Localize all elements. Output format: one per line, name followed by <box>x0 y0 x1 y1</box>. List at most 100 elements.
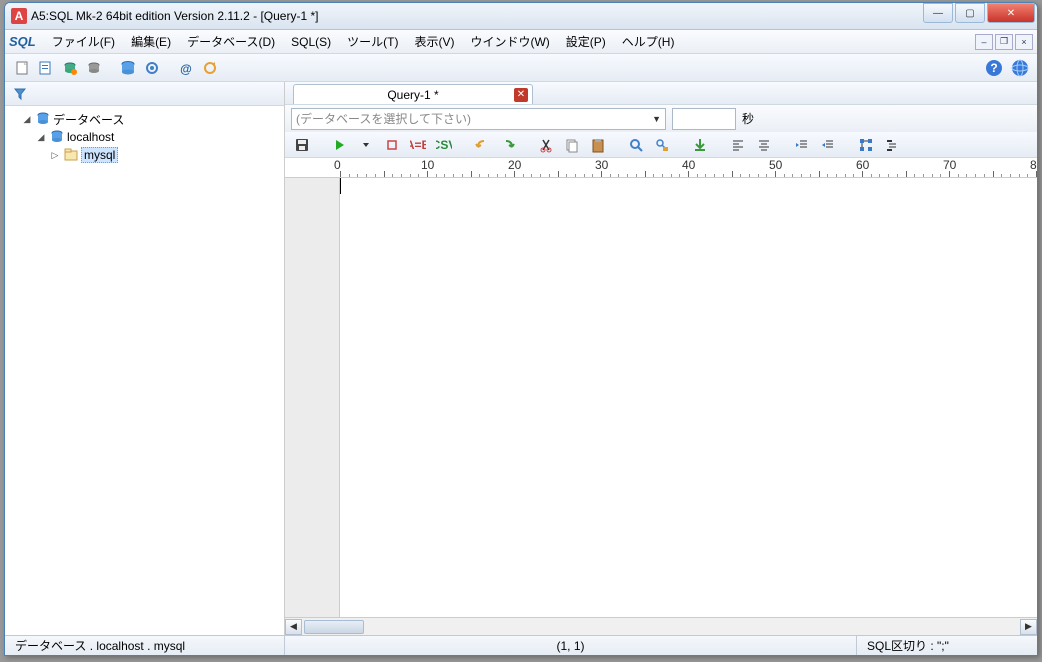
csv-icon[interactable]: CSV <box>433 134 455 156</box>
svg-text:A=B: A=B <box>410 138 426 152</box>
window-buttons: — ▢ ✕ <box>921 3 1035 23</box>
status-cursor-pos: (1, 1) <box>285 636 857 655</box>
horizontal-scrollbar[interactable]: ◀ ▶ <box>285 617 1037 635</box>
undo-icon[interactable] <box>471 134 493 156</box>
menu-settings[interactable]: 設定(P) <box>558 31 614 52</box>
mdi-controls: – ❐ × <box>975 34 1037 50</box>
sidebar-toolbar <box>5 82 284 106</box>
mdi-close-button[interactable]: × <box>1015 34 1033 50</box>
align-left-icon[interactable] <box>727 134 749 156</box>
sql-text-area[interactable] <box>340 178 1037 617</box>
copy-icon[interactable] <box>561 134 583 156</box>
editor-body <box>285 178 1037 617</box>
tab-close-icon[interactable]: ✕ <box>514 88 528 102</box>
close-button[interactable]: ✕ <box>987 3 1035 23</box>
globe-icon[interactable] <box>1009 57 1031 79</box>
menu-sql[interactable]: SQL(S) <box>283 33 339 51</box>
host-icon <box>49 129 65 145</box>
tree-expand-icon[interactable]: ▷ <box>49 149 61 161</box>
window-title: A5:SQL Mk-2 64bit edition Version 2.11.2… <box>31 9 921 23</box>
indent-icon[interactable] <box>791 134 813 156</box>
svg-text:@: @ <box>180 62 192 76</box>
seconds-input[interactable] <box>672 108 736 130</box>
run-icon[interactable] <box>329 134 351 156</box>
statusbar: データベース . localhost . mysql (1, 1) SQL区切り… <box>5 635 1037 655</box>
tree-schema-label: mysql <box>81 147 118 163</box>
stop-icon[interactable] <box>381 134 403 156</box>
chevron-down-icon: ▼ <box>652 114 661 124</box>
download-icon[interactable] <box>689 134 711 156</box>
app-icon: A <box>11 8 27 24</box>
redo-icon[interactable] <box>497 134 519 156</box>
menubar: SQL ファイル(F) 編集(E) データベース(D) SQL(S) ツール(T… <box>5 30 1037 54</box>
run-dropdown-icon[interactable] <box>355 134 377 156</box>
minimize-button[interactable]: — <box>923 3 953 23</box>
format-icon[interactable] <box>881 134 903 156</box>
database-icon[interactable] <box>117 57 139 79</box>
svg-text:A: A <box>15 9 24 23</box>
gear-icon[interactable] <box>141 57 163 79</box>
scroll-left-icon[interactable]: ◀ <box>285 619 302 635</box>
main-area: ◢ データベース ◢ localhost ▷ mysql <box>5 82 1037 635</box>
tree-view-icon[interactable] <box>855 134 877 156</box>
editor-toolbar: A=B CSV <box>285 132 1037 158</box>
help-icon[interactable]: ? <box>983 57 1005 79</box>
menu-view[interactable]: 表示(V) <box>406 31 462 52</box>
text-caret <box>340 178 341 194</box>
databases-icon <box>35 111 51 127</box>
cut-icon[interactable] <box>535 134 557 156</box>
tree-root-label: データベース <box>53 111 124 128</box>
at-icon[interactable]: @ <box>175 57 197 79</box>
menu-database[interactable]: データベース(D) <box>179 31 283 52</box>
menu-edit[interactable]: 編集(E) <box>123 31 179 52</box>
schema-icon <box>63 147 79 163</box>
tab-query[interactable]: Query-1 * ✕ <box>293 84 533 104</box>
outdent-icon[interactable] <box>817 134 839 156</box>
tab-label: Query-1 * <box>387 88 438 102</box>
replace-icon[interactable] <box>651 134 673 156</box>
find-icon[interactable] <box>625 134 647 156</box>
paste-icon[interactable] <box>587 134 609 156</box>
app-window: A A5:SQL Mk-2 64bit edition Version 2.11… <box>4 2 1038 656</box>
menu-tool[interactable]: ツール(T) <box>339 31 406 52</box>
status-sql-delimiter: SQL区切り : ";" <box>857 636 1037 655</box>
tree-collapse-icon[interactable]: ◢ <box>35 131 47 143</box>
mdi-restore-button[interactable]: ❐ <box>995 34 1013 50</box>
menu-file[interactable]: ファイル(F) <box>44 31 123 52</box>
database-add-icon[interactable] <box>59 57 81 79</box>
database-remove-icon[interactable] <box>83 57 105 79</box>
new-doc-icon[interactable] <box>11 57 33 79</box>
db-select-placeholder: (データベースを選択して下さい) <box>296 110 471 127</box>
tree-host[interactable]: ◢ localhost <box>7 128 282 146</box>
tree-collapse-icon[interactable]: ◢ <box>21 113 33 125</box>
sidebar: ◢ データベース ◢ localhost ▷ mysql <box>5 82 285 635</box>
scroll-thumb[interactable] <box>304 620 364 634</box>
svg-text:CSV: CSV <box>436 138 452 152</box>
svg-text:?: ? <box>990 61 997 75</box>
database-tree[interactable]: ◢ データベース ◢ localhost ▷ mysql <box>5 106 284 635</box>
maximize-button[interactable]: ▢ <box>955 3 985 23</box>
align-center-icon[interactable] <box>753 134 775 156</box>
mdi-minimize-button[interactable]: – <box>975 34 993 50</box>
tab-strip: Query-1 * ✕ <box>285 82 1037 104</box>
filter-icon[interactable] <box>9 83 31 105</box>
line-gutter <box>285 178 340 617</box>
menu-help[interactable]: ヘルプ(H) <box>614 31 683 52</box>
ruler: 01020304050607080 <box>285 158 1037 178</box>
ab-icon[interactable]: A=B <box>407 134 429 156</box>
seconds-label: 秒 <box>742 110 754 127</box>
save-icon[interactable] <box>291 134 313 156</box>
editor-area: Query-1 * ✕ (データベースを選択して下さい) ▼ 秒 A=B <box>285 82 1037 635</box>
status-db-path: データベース . localhost . mysql <box>5 636 285 655</box>
tree-host-label: localhost <box>67 130 114 144</box>
menu-window[interactable]: ウインドウ(W) <box>462 31 557 52</box>
sql-logo: SQL <box>9 34 36 49</box>
refresh-icon[interactable] <box>199 57 221 79</box>
tree-schema[interactable]: ▷ mysql <box>7 146 282 164</box>
scroll-right-icon[interactable]: ▶ <box>1020 619 1037 635</box>
titlebar[interactable]: A A5:SQL Mk-2 64bit edition Version 2.11… <box>5 3 1037 30</box>
db-select-row: (データベースを選択して下さい) ▼ 秒 <box>285 104 1037 132</box>
open-icon[interactable] <box>35 57 57 79</box>
tree-root[interactable]: ◢ データベース <box>7 110 282 128</box>
db-select-dropdown[interactable]: (データベースを選択して下さい) ▼ <box>291 108 666 130</box>
